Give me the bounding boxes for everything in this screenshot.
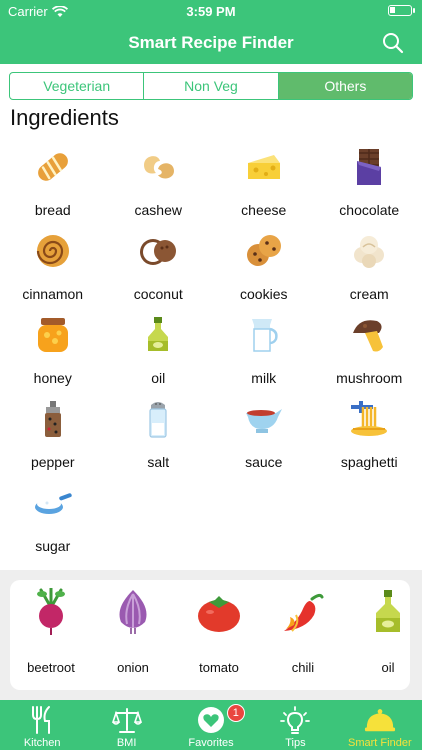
ingredient-label: cashew xyxy=(134,202,182,218)
ingredient-cheese[interactable]: cheese xyxy=(211,140,317,224)
cashew-icon xyxy=(137,146,179,188)
ingredient-label: milk xyxy=(251,370,277,386)
selected-oil[interactable]: oil xyxy=(353,588,422,675)
cheese-icon xyxy=(243,146,285,188)
spaghetti-icon xyxy=(348,398,390,440)
selected-label: oil xyxy=(381,660,395,675)
ingredient-sugar[interactable]: sugar xyxy=(0,476,106,560)
selected-label: tomato xyxy=(199,660,239,675)
cookies-icon xyxy=(243,230,285,272)
selected-label: beetroot xyxy=(27,660,75,675)
salt-icon xyxy=(137,398,179,440)
cream-icon xyxy=(348,230,390,272)
favorites-badge: 1 xyxy=(226,704,245,722)
ingredient-pepper[interactable]: pepper xyxy=(0,392,106,476)
ingredient-label: cookies xyxy=(240,286,288,302)
ingredient-label: chocolate xyxy=(339,202,400,218)
cinnamon-icon xyxy=(32,230,74,272)
cloche-icon xyxy=(364,704,396,736)
ingredient-label: cream xyxy=(349,286,389,302)
tab-bmi[interactable]: BMI xyxy=(84,700,168,750)
segment-vegeterian[interactable]: Vegeterian xyxy=(10,73,145,99)
ingredient-oil[interactable]: oil xyxy=(106,308,212,392)
ingredient-label: sugar xyxy=(35,538,71,554)
search-icon[interactable] xyxy=(382,32,404,54)
ingredient-milk[interactable]: milk xyxy=(211,308,317,392)
chili-icon xyxy=(279,588,327,636)
ingredient-label: sauce xyxy=(245,454,283,470)
page-title: Smart Recipe Finder xyxy=(128,33,294,52)
honey-icon xyxy=(32,314,74,356)
ingredient-label: bread xyxy=(34,202,71,218)
ingredient-label: oil xyxy=(151,370,166,386)
ingredient-coconut[interactable]: coconut xyxy=(106,224,212,308)
selected-ingredients-tray: beetroot onion tomato chili oil xyxy=(0,570,422,700)
tab-favorites[interactable]: 1 Favorites xyxy=(169,700,253,750)
ingredient-label: spaghetti xyxy=(340,454,398,470)
selected-label: chili xyxy=(291,660,315,675)
tab-kitchen[interactable]: Kitchen xyxy=(0,700,84,750)
ingredient-spaghetti[interactable]: spaghetti xyxy=(317,392,422,476)
tab-tips[interactable]: Tips xyxy=(253,700,337,750)
ingredient-label: honey xyxy=(33,370,72,386)
status-bar: Carrier 3:59 PM xyxy=(0,0,422,22)
section-title: Ingredients xyxy=(10,105,119,130)
oil-icon xyxy=(137,314,179,356)
ingredient-salt[interactable]: salt xyxy=(106,392,212,476)
ingredient-cream[interactable]: cream xyxy=(317,224,422,308)
ingredient-cashew[interactable]: cashew xyxy=(106,140,212,224)
tab-smart-finder[interactable]: Smart Finder xyxy=(338,700,422,750)
selected-ingredients-card: beetroot onion tomato chili oil xyxy=(10,580,410,690)
mushroom-icon xyxy=(348,314,390,356)
ingredient-sauce[interactable]: sauce xyxy=(211,392,317,476)
heart-icon xyxy=(195,704,227,736)
pepper-icon xyxy=(32,398,74,440)
ingredient-chocolate[interactable]: chocolate xyxy=(317,140,422,224)
clock: 3:59 PM xyxy=(186,4,236,19)
ingredient-bread[interactable]: bread xyxy=(0,140,106,224)
onion-icon xyxy=(109,588,157,636)
battery-icon xyxy=(388,5,415,16)
tab-label: BMI xyxy=(116,737,137,749)
ingredient-label: salt xyxy=(147,454,170,470)
sauce-icon xyxy=(243,398,285,440)
tomato-icon xyxy=(195,588,243,636)
ingredient-label: cinnamon xyxy=(22,286,84,302)
ingredient-label: pepper xyxy=(30,454,75,470)
ingredient-cookies[interactable]: cookies xyxy=(211,224,317,308)
sugar-icon xyxy=(32,482,74,524)
oil-icon xyxy=(364,588,412,636)
fork-knife-icon xyxy=(26,704,58,736)
bread-icon xyxy=(32,146,74,188)
ingredient-grid: bread cashew cheese chocolate cinnamon c… xyxy=(0,140,422,560)
tab-label: Tips xyxy=(285,737,306,749)
scale-icon xyxy=(111,704,143,736)
beetroot-icon xyxy=(27,588,75,636)
segment-non-veg[interactable]: Non Veg xyxy=(144,73,279,99)
selected-chili[interactable]: chili xyxy=(268,588,338,675)
ingredient-mushroom[interactable]: mushroom xyxy=(317,308,422,392)
milk-icon xyxy=(243,314,285,356)
selected-onion[interactable]: onion xyxy=(98,588,168,675)
coconut-icon xyxy=(137,230,179,272)
lightbulb-icon xyxy=(279,704,311,736)
selected-label: onion xyxy=(117,660,149,675)
ingredient-label: cheese xyxy=(241,202,287,218)
chocolate-icon xyxy=(348,146,390,188)
ingredient-label: coconut xyxy=(133,286,183,302)
tab-label: Smart Finder xyxy=(348,737,412,749)
ingredient-label: mushroom xyxy=(336,370,403,386)
ingredient-honey[interactable]: honey xyxy=(0,308,106,392)
segment-others[interactable]: Others xyxy=(278,73,412,99)
tab-label: Favorites xyxy=(188,737,234,749)
category-segmented-control: Vegeterian Non Veg Others xyxy=(9,72,413,100)
tab-bar: Kitchen BMI 1 Favorites Tips Smart Finde… xyxy=(0,700,422,750)
navigation-bar: Carrier 3:59 PM Smart Recipe Finder xyxy=(0,0,422,64)
tab-label: Kitchen xyxy=(23,737,61,749)
selected-tomato[interactable]: tomato xyxy=(184,588,254,675)
ingredient-cinnamon[interactable]: cinnamon xyxy=(0,224,106,308)
selected-beetroot[interactable]: beetroot xyxy=(16,588,86,675)
